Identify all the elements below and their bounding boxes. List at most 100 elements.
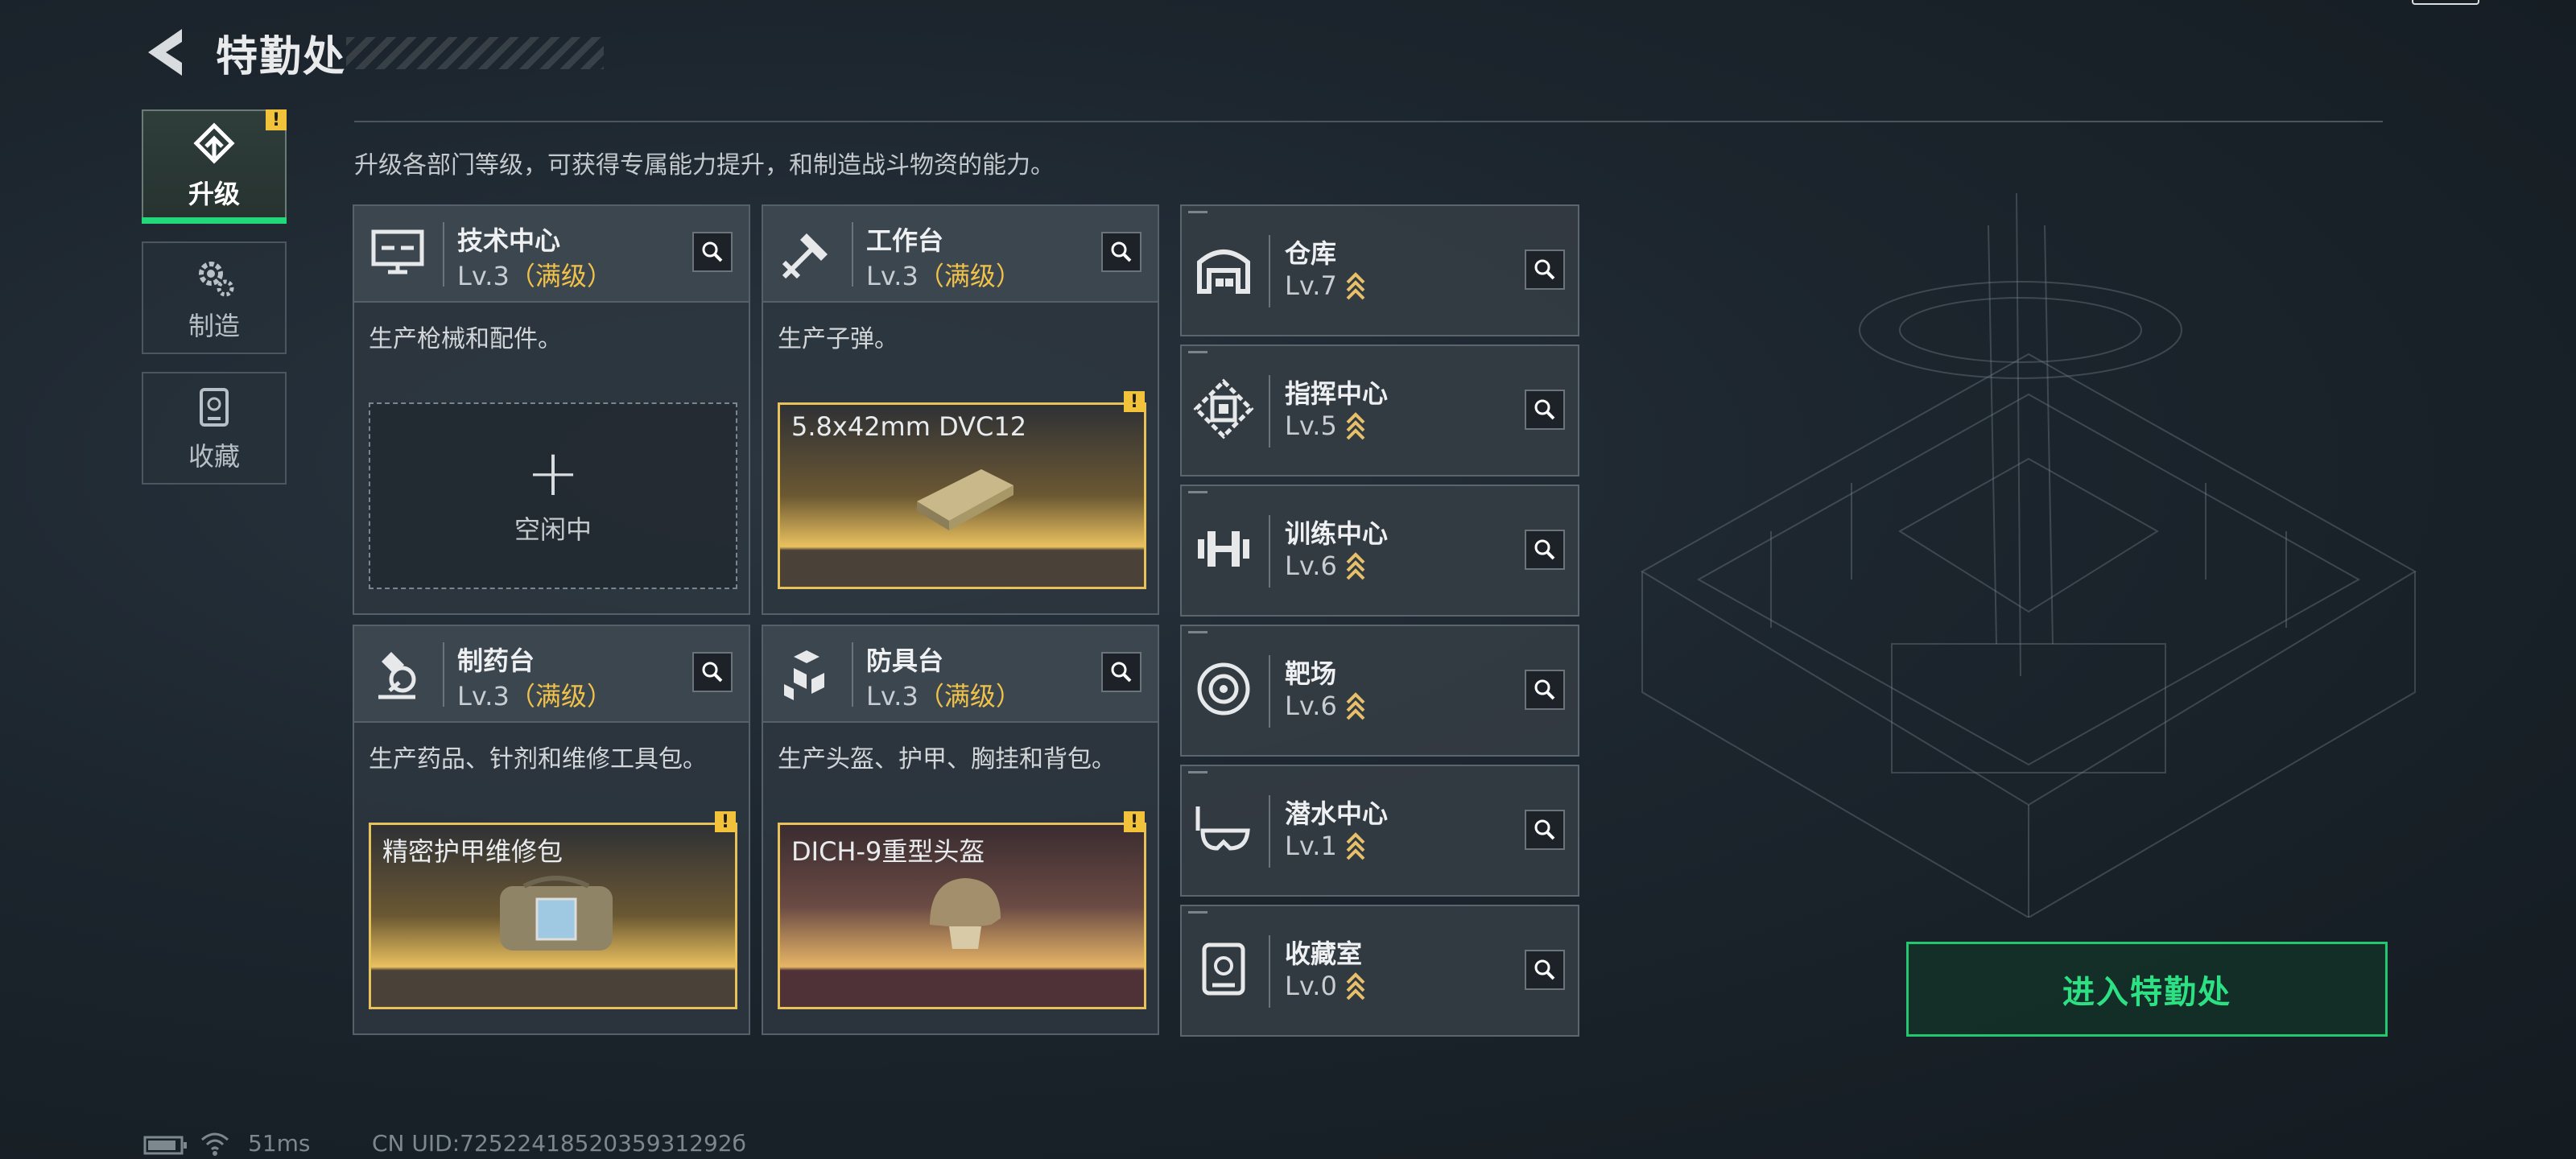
- separator: [852, 642, 853, 707]
- workshop-card-tech-center[interactable]: 技术中心 Lv.3（满级） 生产枪械和配件。 + 空闲中: [353, 204, 750, 615]
- search-button[interactable]: [1525, 250, 1565, 290]
- facility-level: Lv.6: [1285, 691, 1366, 721]
- enter-special-ops-button[interactable]: 进入特勤处: [1906, 942, 2388, 1037]
- level-value: Lv.3: [457, 261, 510, 291]
- corner-mark: [1188, 771, 1208, 773]
- workshop-description: 生产子弹。: [778, 325, 898, 353]
- workshop-level: Lv.3（满级）: [866, 256, 1022, 293]
- production-slot-item[interactable]: DICH-9重型头盔: [778, 823, 1146, 1009]
- warning-badge: !: [1124, 391, 1145, 412]
- card-header: 制药台 Lv.3（满级）: [354, 626, 749, 723]
- search-icon: [1534, 679, 1555, 700]
- facility-card-warehouse[interactable]: 仓库 Lv.7: [1180, 204, 1579, 336]
- search-icon: [1534, 959, 1555, 980]
- level-value: Lv.6: [1285, 691, 1337, 721]
- upgrade-icon: [193, 122, 235, 164]
- separator: [852, 222, 853, 287]
- title-decoration: [346, 37, 604, 69]
- tab-upgrade[interactable]: 升级: [142, 109, 287, 222]
- armor-blocks-icon: [784, 650, 824, 700]
- workshop-level: Lv.3（满级）: [457, 256, 613, 293]
- facility-card-shooting-range[interactable]: 靶场 Lv.6: [1180, 625, 1579, 757]
- item-name: 5.8x42mm DVC12: [791, 411, 1027, 442]
- level-value: Lv.1: [1285, 831, 1337, 861]
- max-level-tag: （满级）: [918, 261, 1022, 291]
- facility-level: Lv.6: [1285, 551, 1366, 581]
- page-title: 特勤处: [216, 33, 347, 81]
- ammo-box-image: [917, 469, 1013, 530]
- upgrade-arrow-icon: [1346, 692, 1365, 720]
- player-uid: CN UID:7252241852035931292б: [372, 1130, 746, 1157]
- corner-mark: [1188, 351, 1208, 353]
- button-label: 进入特勤处: [2062, 974, 2231, 1011]
- facility-name: 收藏室: [1285, 938, 1363, 969]
- search-icon: [1534, 399, 1555, 420]
- search-button[interactable]: [1525, 530, 1565, 570]
- tab-craft[interactable]: 制造: [142, 241, 287, 354]
- back-arrow-icon[interactable]: [142, 24, 190, 80]
- warehouse-icon: [1197, 250, 1250, 294]
- search-icon: [1534, 259, 1555, 280]
- search-icon: [702, 662, 723, 683]
- facility-card-collection-room[interactable]: 收藏室 Lv.0: [1180, 905, 1579, 1037]
- tab-label: 收藏: [188, 441, 240, 472]
- warning-badge: !: [1124, 811, 1145, 832]
- microscope-icon: [378, 652, 416, 699]
- production-slot-item[interactable]: 5.8x42mm DVC12: [778, 402, 1146, 589]
- workshop-name: 工作台: [866, 225, 944, 256]
- monitor-icon: [371, 229, 424, 274]
- separator: [1269, 935, 1270, 1008]
- card-header: 技术中心 Lv.3（满级）: [354, 206, 749, 303]
- search-button[interactable]: [692, 232, 733, 272]
- production-slot-idle[interactable]: + 空闲中: [369, 402, 737, 589]
- facility-card-command-center[interactable]: 指挥中心 Lv.5: [1180, 344, 1579, 476]
- corner-mark: [1188, 631, 1208, 633]
- production-slot-item[interactable]: 精密护甲维修包: [369, 823, 737, 1009]
- dumbbell-icon: [1198, 531, 1249, 567]
- collection-icon: [200, 388, 229, 427]
- workshop-name: 防具台: [866, 645, 944, 676]
- wifi-icon: [201, 1132, 229, 1156]
- facility-level: Lv.0: [1285, 971, 1366, 1001]
- workshop-card-workbench[interactable]: 工作台 Lv.3（满级） 生产子弹。 5.8x42mm DVC12 !: [762, 204, 1159, 615]
- ping-value: 51ms: [248, 1130, 311, 1157]
- battery-icon: [2412, 0, 2479, 5]
- card-header: 工作台 Lv.3（满级）: [763, 206, 1158, 303]
- repair-kit-image: [500, 876, 613, 951]
- facility-card-training-center[interactable]: 训练中心 Lv.6: [1180, 485, 1579, 617]
- separator: [1269, 515, 1270, 588]
- item-name: 精密护甲维修包: [382, 836, 564, 867]
- facility-card-diving-center[interactable]: 潜水中心 Lv.1: [1180, 765, 1579, 897]
- divider: [354, 121, 2383, 122]
- search-button[interactable]: [1101, 652, 1141, 692]
- separator: [443, 642, 444, 707]
- tab-collection[interactable]: 收藏: [142, 372, 287, 485]
- upgrade-arrow-icon: [1346, 832, 1365, 860]
- target-icon: [1197, 662, 1250, 716]
- workshop-card-pharmacy[interactable]: 制药台 Lv.3（满级） 生产药品、针剂和维修工具包。 精密护甲维修包 !: [353, 625, 750, 1035]
- base-hologram-image: [1641, 193, 2417, 918]
- search-button[interactable]: [1525, 390, 1565, 430]
- battery-icon: [143, 1136, 187, 1155]
- level-value: Lv.3: [866, 681, 919, 711]
- facility-name: 训练中心: [1285, 518, 1389, 549]
- search-button[interactable]: [1525, 670, 1565, 710]
- workshop-card-armor[interactable]: 防具台 Lv.3（满级） 生产头盔、护甲、胸挂和背包。 DICH-9重型头盔 !: [762, 625, 1159, 1035]
- workshop-description: 生产药品、针剂和维修工具包。: [369, 745, 707, 773]
- facility-name: 指挥中心: [1285, 378, 1389, 409]
- search-icon: [1111, 241, 1132, 262]
- search-button[interactable]: [692, 652, 733, 692]
- upgrade-arrow-icon: [1346, 972, 1365, 1000]
- level-value: Lv.7: [1285, 270, 1337, 301]
- search-button[interactable]: [1525, 810, 1565, 850]
- search-button[interactable]: [1101, 232, 1141, 272]
- separator: [443, 222, 444, 287]
- corner-mark: [1188, 491, 1208, 493]
- upgrade-arrow-icon: [1346, 272, 1365, 300]
- search-button[interactable]: [1525, 950, 1565, 990]
- tab-label: 升级: [188, 179, 240, 209]
- upgrade-arrow-icon: [1346, 412, 1365, 440]
- helmet-image: [930, 878, 1001, 949]
- diving-mask-icon: [1195, 806, 1250, 851]
- hammer-icon: [782, 233, 828, 279]
